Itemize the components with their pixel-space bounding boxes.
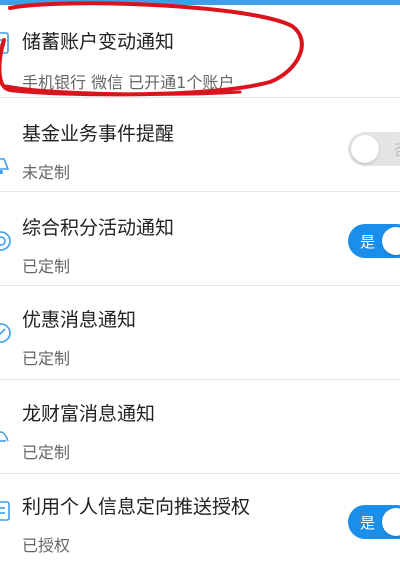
document-icon [0,32,9,54]
item-subtitle: 已定制 [22,349,71,368]
toggle-label: 是 [360,233,376,251]
list-item-discount-notice[interactable]: 优惠消息通知 已定制 [0,287,400,380]
points-icon [0,231,11,251]
item-subtitle: 手机银行 微信 已开通1个账户 [22,73,235,92]
item-subtitle: 已定制 [22,257,71,276]
item-title: 优惠消息通知 [22,309,137,331]
list-item-wealth-notice[interactable]: 龙财富消息通知 已定制 [0,381,400,474]
toggle-knob [382,227,400,255]
list-item-points-activity-notice[interactable]: 综合积分活动通知 已定制 是 [0,193,400,286]
authorization-icon [0,501,10,521]
item-title: 龙财富消息通知 [22,403,156,425]
toggle-knob [382,508,400,536]
points-activity-toggle[interactable]: 是 [348,224,400,258]
item-subtitle: 已定制 [22,443,71,462]
fund-bell-icon [0,158,10,174]
list-item-savings-account-notice[interactable]: 储蓄账户变动通知 手机银行 微信 已开通1个账户 [0,5,400,98]
wealth-icon [0,431,9,442]
item-title: 基金业务事件提醒 [22,123,175,145]
item-title: 综合积分活动通知 [22,217,175,239]
item-subtitle: 未定制 [22,163,71,182]
list-item-fund-event-reminder[interactable]: 基金业务事件提醒 未定制 否 [0,99,400,192]
item-title: 储蓄账户变动通知 [22,31,175,53]
toggle-label: 否 [394,139,400,160]
list-item-personal-info-authorization[interactable]: 利用个人信息定向推送授权 已授权 是 [0,475,400,577]
toggle-knob [351,135,379,163]
discount-icon [0,323,11,343]
fund-reminder-toggle[interactable]: 否 [348,132,400,166]
item-title: 利用个人信息定向推送授权 [22,496,251,518]
authorization-toggle[interactable]: 是 [348,505,400,539]
item-subtitle: 已授权 [22,536,71,555]
toggle-label: 是 [360,514,376,532]
